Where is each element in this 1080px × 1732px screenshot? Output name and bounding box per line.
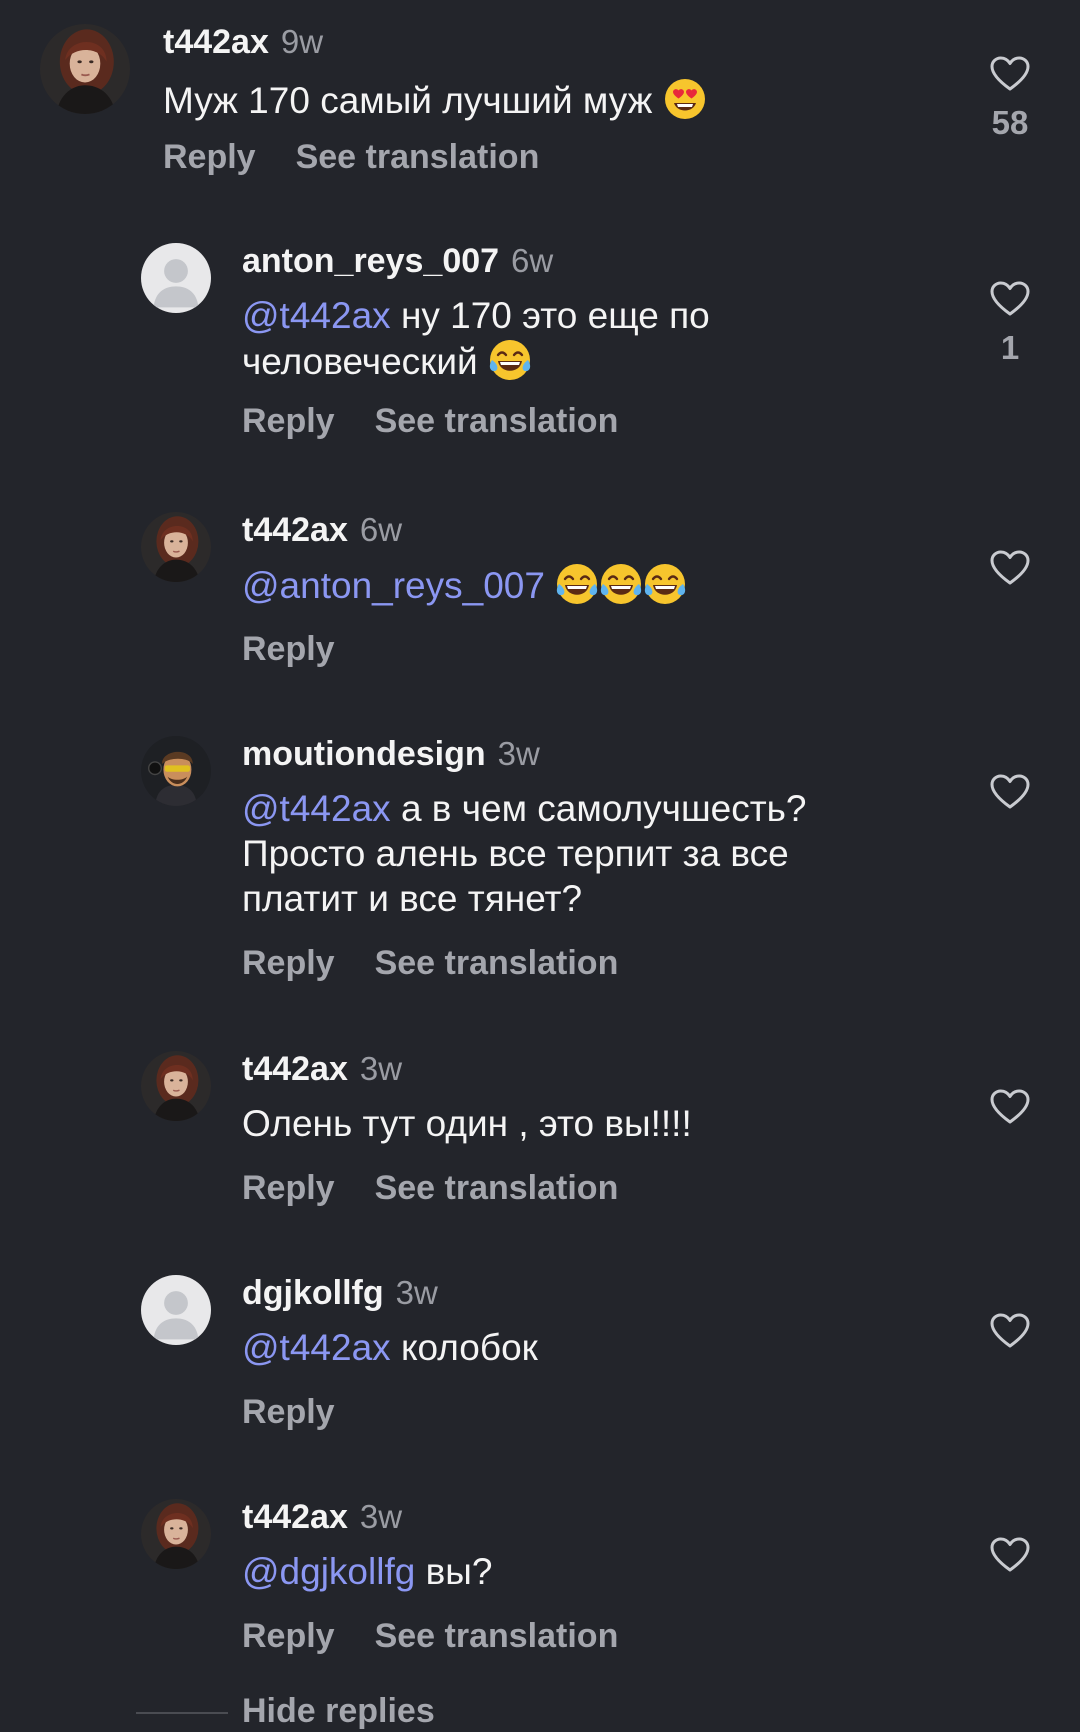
tears-of-joy-emoji (643, 562, 687, 606)
comment-actions: Reply See translation (242, 942, 618, 984)
replies-divider (136, 1712, 228, 1714)
reply-button[interactable]: Reply (242, 402, 335, 440)
timestamp: 3w (395, 1274, 438, 1311)
username[interactable]: anton_reys_007 (242, 242, 499, 280)
person-silhouette-icon (141, 1275, 211, 1345)
avatar[interactable] (40, 24, 130, 114)
see-translation-button[interactable]: See translation (375, 944, 619, 982)
comment-meta: anton_reys_007 6w (242, 240, 553, 282)
like-count: 1 (1000, 329, 1020, 366)
comment-meta: t442ax 3w (242, 1496, 402, 1538)
username[interactable]: t442ax (163, 23, 269, 61)
like-button[interactable] (985, 550, 1035, 586)
person-silhouette-icon (141, 243, 211, 313)
like-button[interactable]: 1 (985, 281, 1035, 367)
reply-button[interactable]: Reply (242, 1617, 335, 1655)
see-translation-button[interactable]: See translation (375, 1169, 619, 1207)
avatar[interactable] (141, 1275, 211, 1345)
comment-body: Муж 170 самый лучший муж (163, 80, 653, 121)
tears-of-joy-emoji (488, 338, 532, 382)
username[interactable]: dgjkollfg (242, 1274, 384, 1312)
comment-body: вы? (425, 1551, 493, 1592)
comment-meta: t442ax 6w (242, 509, 402, 551)
tears-of-joy-emoji (599, 562, 643, 606)
reply-button[interactable]: Reply (242, 1393, 335, 1431)
comment-text: @t442ax колобок (242, 1325, 902, 1370)
timestamp: 6w (511, 242, 554, 279)
comment-text: @anton_reys_007 (242, 562, 902, 608)
comment-text: @t442ax ну 170 это еще по человеческий (242, 293, 802, 384)
heart-outline-icon (990, 550, 1030, 586)
comment-actions: Reply (242, 1391, 375, 1433)
timestamp: 6w (359, 511, 403, 548)
heart-outline-icon (990, 1537, 1030, 1573)
like-button[interactable]: 58 (985, 56, 1035, 142)
heart-outline-icon (990, 774, 1030, 810)
reply-button[interactable]: Reply (163, 138, 256, 176)
mention-link[interactable]: @t442ax (242, 1327, 391, 1368)
username[interactable]: t442ax (242, 511, 348, 549)
comment-body: Олень тут один , это вы!!!! (242, 1103, 692, 1144)
heart-outline-icon (990, 1089, 1030, 1125)
reply-button[interactable]: Reply (242, 1169, 335, 1207)
comment-meta: moutiondesign 3w (242, 733, 540, 775)
like-button[interactable] (985, 774, 1035, 810)
username[interactable]: t442ax (242, 1498, 348, 1536)
mention-link[interactable]: @anton_reys_007 (242, 565, 545, 606)
reply-button[interactable]: Reply (242, 944, 335, 982)
like-button[interactable] (985, 1537, 1035, 1573)
heart-outline-icon (990, 1313, 1030, 1349)
comment-text: Муж 170 самый лучший муж (163, 77, 823, 123)
reply-button[interactable]: Reply (242, 630, 335, 668)
comment-meta: t442ax 9w (163, 21, 323, 63)
see-translation-button[interactable]: See translation (296, 138, 540, 176)
like-button[interactable] (985, 1313, 1035, 1349)
see-translation-button[interactable]: See translation (375, 402, 619, 440)
avatar[interactable] (141, 1499, 211, 1569)
comment-actions: Reply See translation (242, 1615, 618, 1657)
comment-meta: dgjkollfg 3w (242, 1272, 438, 1314)
comment-text: @dgjkollfg вы? (242, 1549, 902, 1594)
avatar[interactable] (141, 736, 211, 806)
mention-link[interactable]: @t442ax (242, 295, 391, 336)
comment-actions: Reply See translation (242, 1167, 618, 1209)
heart-eyes-emoji (663, 77, 707, 121)
mention-link[interactable]: @dgjkollfg (242, 1551, 415, 1592)
like-count: 58 (991, 104, 1029, 141)
heart-outline-icon (990, 56, 1030, 92)
timestamp: 3w (359, 1498, 403, 1535)
comment-actions: Reply See translation (163, 136, 539, 178)
comment-actions: Reply See translation (242, 400, 618, 442)
avatar[interactable] (141, 512, 211, 582)
username[interactable]: moutiondesign (242, 735, 486, 773)
heart-outline-icon (990, 281, 1030, 317)
timestamp: 9w (280, 23, 324, 60)
avatar[interactable] (141, 1051, 211, 1121)
see-translation-button[interactable]: See translation (375, 1617, 619, 1655)
comment-body: колобок (400, 1327, 538, 1368)
hide-replies-button[interactable]: Hide replies (242, 1690, 435, 1732)
comment-meta: t442ax 3w (242, 1048, 402, 1090)
like-button[interactable] (985, 1089, 1035, 1125)
timestamp: 3w (359, 1050, 403, 1087)
comment-actions: Reply (242, 628, 375, 670)
avatar[interactable] (141, 243, 211, 313)
comment-text: @t442ax а в чем самолучшесть? Просто але… (242, 786, 882, 921)
comment-text: Олень тут один , это вы!!!! (242, 1101, 902, 1146)
username[interactable]: t442ax (242, 1050, 348, 1088)
timestamp: 3w (497, 735, 540, 772)
mention-link[interactable]: @t442ax (242, 788, 391, 829)
tears-of-joy-emoji (555, 562, 599, 606)
